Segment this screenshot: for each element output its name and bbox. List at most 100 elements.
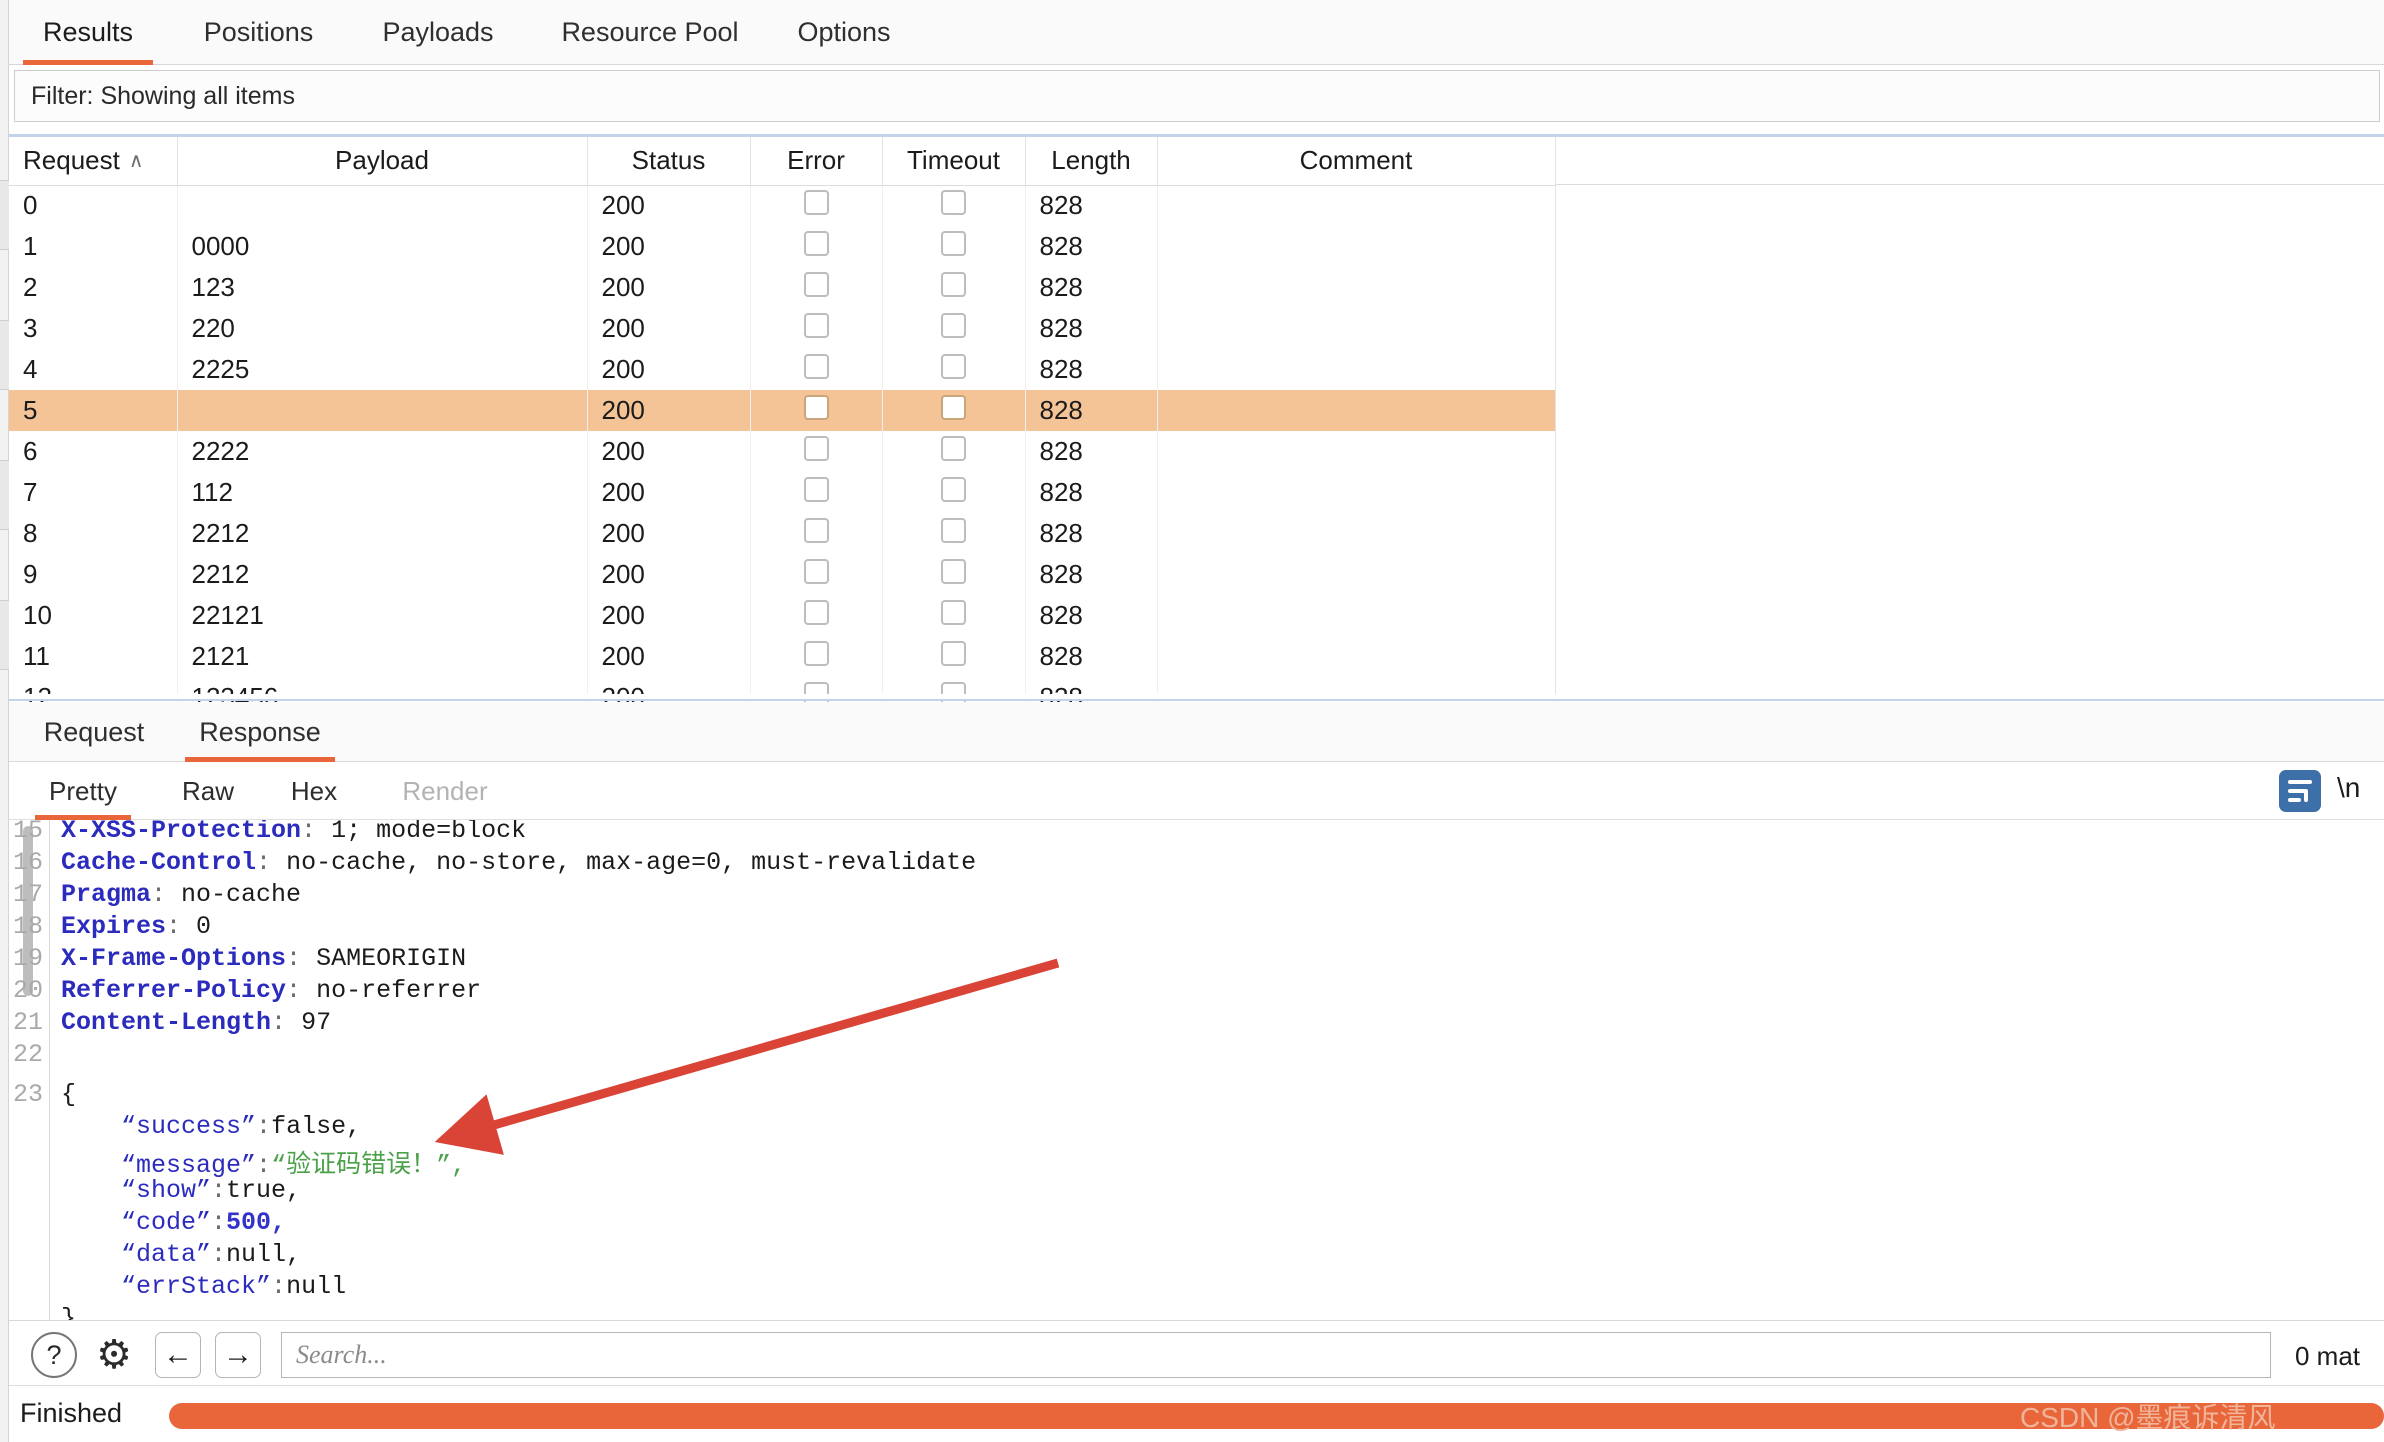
cell-error[interactable]: [750, 472, 883, 513]
error-checkbox[interactable]: [803, 435, 829, 461]
tab-payloads[interactable]: Payloads: [364, 0, 512, 65]
cell-error[interactable]: [750, 226, 883, 267]
table-row[interactable]: 10 22121 200 828: [9, 595, 1556, 636]
error-checkbox[interactable]: [803, 640, 829, 666]
cell-comment: [1157, 636, 1556, 677]
timeout-checkbox[interactable]: [941, 312, 966, 338]
table-row[interactable]: 3 220 200 828: [9, 308, 1556, 349]
timeout-checkbox[interactable]: [941, 230, 966, 256]
column-header-timeout[interactable]: Timeout: [882, 137, 1026, 186]
timeout-checkbox[interactable]: [941, 558, 966, 584]
search-forward-button[interactable]: →: [215, 1332, 261, 1378]
error-checkbox[interactable]: [803, 517, 829, 543]
timeout-checkbox[interactable]: [941, 599, 966, 625]
filter-bar[interactable]: Filter: Showing all items: [14, 70, 2380, 122]
table-row[interactable]: 1 0000 200 828: [9, 226, 1556, 267]
cell-error[interactable]: [750, 595, 883, 636]
cell-error[interactable]: [750, 390, 883, 431]
timeout-checkbox[interactable]: [941, 394, 966, 420]
cell-timeout[interactable]: [882, 185, 1026, 226]
intruder-tab-bar: Results Positions Payloads Resource Pool Opt…: [9, 0, 2384, 65]
tab-results[interactable]: Results: [23, 0, 153, 65]
results-body: 0 200 828 1 0000 200 828 2 123 200 828 3 220 200 828 4 2…: [9, 185, 1556, 718]
cell-timeout[interactable]: [882, 636, 1026, 677]
table-row[interactable]: 9 2212 200 828: [9, 554, 1556, 595]
cell-error[interactable]: [750, 513, 883, 554]
cell-error[interactable]: [750, 431, 883, 472]
view-tab-pretty[interactable]: Pretty: [35, 762, 131, 820]
cell-timeout[interactable]: [882, 390, 1026, 431]
error-checkbox[interactable]: [803, 394, 829, 420]
view-tab-hex[interactable]: Hex: [281, 762, 347, 820]
show-newlines-button[interactable]: \n: [2337, 772, 2360, 804]
cell-request: 6: [9, 431, 178, 472]
table-row[interactable]: 11 2121 200 828: [9, 636, 1556, 677]
timeout-checkbox[interactable]: [941, 271, 966, 297]
table-bottom-clip: [9, 694, 2384, 701]
tab-options[interactable]: Options: [779, 0, 909, 65]
error-checkbox[interactable]: [803, 558, 829, 584]
error-checkbox[interactable]: [803, 189, 829, 215]
help-button[interactable]: ?: [31, 1332, 77, 1378]
tab-resource-pool[interactable]: Resource Pool: [539, 0, 761, 65]
tab-positions[interactable]: Positions: [181, 0, 336, 65]
column-header-comment[interactable]: Comment: [1157, 137, 1556, 186]
column-header-error[interactable]: Error: [750, 137, 883, 186]
cell-timeout[interactable]: [882, 554, 1026, 595]
error-checkbox[interactable]: [803, 599, 829, 625]
timeout-checkbox[interactable]: [941, 476, 966, 502]
cell-timeout[interactable]: [882, 513, 1026, 554]
column-header-request[interactable]: Request ∧: [9, 137, 178, 186]
search-back-button[interactable]: ←: [155, 1332, 201, 1378]
settings-button[interactable]: ⚙: [91, 1332, 137, 1378]
timeout-checkbox[interactable]: [941, 640, 966, 666]
results-grid: Request ∧ Payload Status Error Timeout Length C…: [9, 137, 1556, 718]
column-header-payload[interactable]: Payload: [177, 137, 588, 186]
error-checkbox[interactable]: [803, 353, 829, 379]
cell-request: 5: [9, 390, 178, 431]
column-header-length[interactable]: Length: [1025, 137, 1158, 186]
cell-error[interactable]: [750, 636, 883, 677]
cell-error[interactable]: [750, 349, 883, 390]
error-checkbox[interactable]: [803, 230, 829, 256]
cell-timeout[interactable]: [882, 349, 1026, 390]
error-checkbox[interactable]: [803, 312, 829, 338]
header-name: Referrer-Policy: [61, 976, 287, 1005]
table-row[interactable]: 6 2222 200 828: [9, 431, 1556, 472]
cell-length: 828: [1025, 226, 1158, 267]
table-row[interactable]: 4 2225 200 828: [9, 349, 1556, 390]
cell-timeout[interactable]: [882, 431, 1026, 472]
cell-timeout[interactable]: [882, 472, 1026, 513]
table-row[interactable]: 0 200 828: [9, 185, 1556, 226]
cell-timeout[interactable]: [882, 308, 1026, 349]
search-input[interactable]: Search...: [281, 1332, 2271, 1378]
table-row[interactable]: 5 200 828: [9, 390, 1556, 431]
tab-request[interactable]: Request: [31, 702, 157, 762]
header-colon: :: [271, 1008, 302, 1037]
cell-timeout[interactable]: [882, 595, 1026, 636]
cell-error[interactable]: [750, 267, 883, 308]
error-checkbox[interactable]: [803, 476, 829, 502]
cell-timeout[interactable]: [882, 226, 1026, 267]
word-wrap-icon[interactable]: [2279, 770, 2321, 812]
cell-payload: 2121: [177, 636, 588, 677]
table-row[interactable]: 7 112 200 828: [9, 472, 1556, 513]
column-header-status[interactable]: Status: [587, 137, 751, 186]
timeout-checkbox[interactable]: [941, 353, 966, 379]
header-colon: :: [286, 944, 317, 973]
timeout-checkbox[interactable]: [941, 189, 966, 215]
tab-response[interactable]: Response: [185, 702, 335, 762]
view-tab-raw[interactable]: Raw: [173, 762, 243, 820]
error-checkbox[interactable]: [803, 271, 829, 297]
timeout-checkbox[interactable]: [941, 517, 966, 543]
table-row[interactable]: 2 123 200 828: [9, 267, 1556, 308]
cell-error[interactable]: [750, 185, 883, 226]
cell-payload: [177, 185, 588, 226]
cell-error[interactable]: [750, 554, 883, 595]
cell-length: 828: [1025, 595, 1158, 636]
response-body-viewer[interactable]: 15 X-XSS-Protection: 1; mode=block 16 Cache…: [9, 820, 2384, 1320]
cell-error[interactable]: [750, 308, 883, 349]
cell-timeout[interactable]: [882, 267, 1026, 308]
timeout-checkbox[interactable]: [941, 435, 966, 461]
table-row[interactable]: 8 2212 200 828: [9, 513, 1556, 554]
